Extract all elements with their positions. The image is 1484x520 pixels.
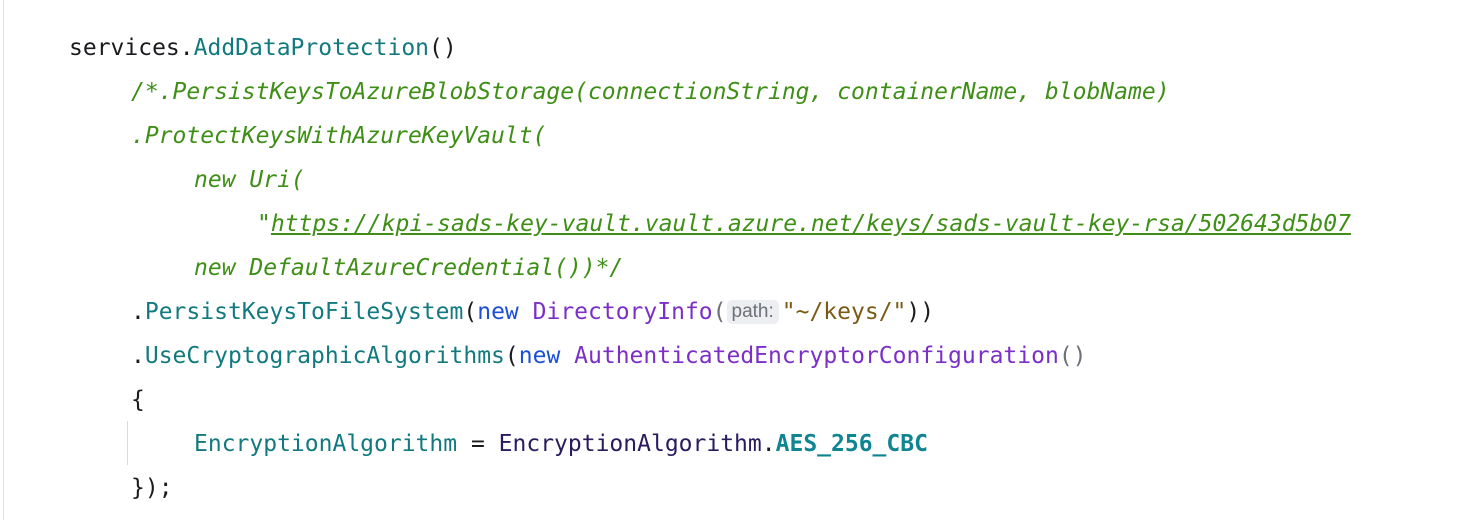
comment-persist-blob: /*.PersistKeysToAzureBlobStorage(connect… (131, 79, 1170, 105)
directory-info-type: DirectoryInfo (532, 299, 713, 325)
editor-left-border (3, 0, 4, 520)
open-paren: ( (504, 343, 519, 369)
code-line-11[interactable]: }); (131, 466, 173, 510)
services-identifier: services. (69, 35, 194, 61)
code-line-6[interactable]: new DefaultAzureCredential())*/ (194, 246, 623, 290)
new-keyword: new (518, 343, 561, 369)
keys-path-string: "~/keys/" (781, 299, 907, 325)
comment-quote: " (257, 211, 271, 237)
code-line-2[interactable]: /*.PersistKeysToAzureBlobStorage(connect… (131, 70, 1170, 114)
code-line-7[interactable]: .PersistKeysToFileSystem(new DirectoryIn… (131, 290, 934, 334)
comment-credential: new DefaultAzureCredential())*/ (194, 255, 624, 281)
new-keyword: new (477, 299, 519, 325)
close-brace-paren: }); (131, 475, 173, 501)
authenticated-encryptor-configuration-type: AuthenticatedEncryptorConfiguration (574, 343, 1059, 369)
code-line-3[interactable]: .ProtectKeysWithAzureKeyVault( (131, 114, 546, 158)
code-line-9[interactable]: { (131, 378, 145, 422)
encryption-algorithm-property: EncryptionAlgorithm (194, 431, 458, 457)
code-editor[interactable]: services.AddDataProtection() /*.PersistK… (0, 0, 1484, 520)
equals-operator: = (457, 431, 499, 457)
close-parens: )) (906, 299, 935, 325)
code-line-1[interactable]: services.AddDataProtection() (69, 26, 457, 70)
persist-keys-to-file-system-method: PersistKeysToFileSystem (144, 299, 464, 325)
parens: () (1058, 343, 1087, 369)
code-line-8[interactable]: .UseCryptographicAlgorithms(new Authenti… (131, 334, 1087, 378)
comment-protect-keys: .ProtectKeysWithAzureKeyVault( (131, 123, 547, 149)
parens: () (429, 35, 457, 61)
open-paren: ( (463, 299, 478, 325)
dot: . (761, 431, 776, 457)
add-data-protection-method: AddDataProtection (193, 35, 430, 61)
dot: . (131, 299, 145, 325)
open-paren: ( (712, 299, 727, 325)
comment-new-uri: new Uri( (194, 167, 305, 193)
key-vault-url-link[interactable]: https://kpi-sads-key-vault.vault.azure.n… (271, 211, 1351, 237)
parameter-hint-path: path: (726, 300, 779, 324)
indent-guide (127, 421, 128, 465)
encryption-algorithm-enum: EncryptionAlgorithm (498, 431, 762, 457)
use-cryptographic-algorithms-method: UseCryptographicAlgorithms (144, 343, 505, 369)
code-line-5[interactable]: "https://kpi-sads-key-vault.vault.azure.… (257, 202, 1351, 246)
aes-256-cbc-value: AES_256_CBC (775, 431, 928, 457)
code-line-4[interactable]: new Uri( (194, 158, 305, 202)
code-line-10[interactable]: EncryptionAlgorithm = EncryptionAlgorith… (194, 422, 928, 466)
dot: . (131, 343, 145, 369)
open-brace: { (131, 387, 145, 413)
